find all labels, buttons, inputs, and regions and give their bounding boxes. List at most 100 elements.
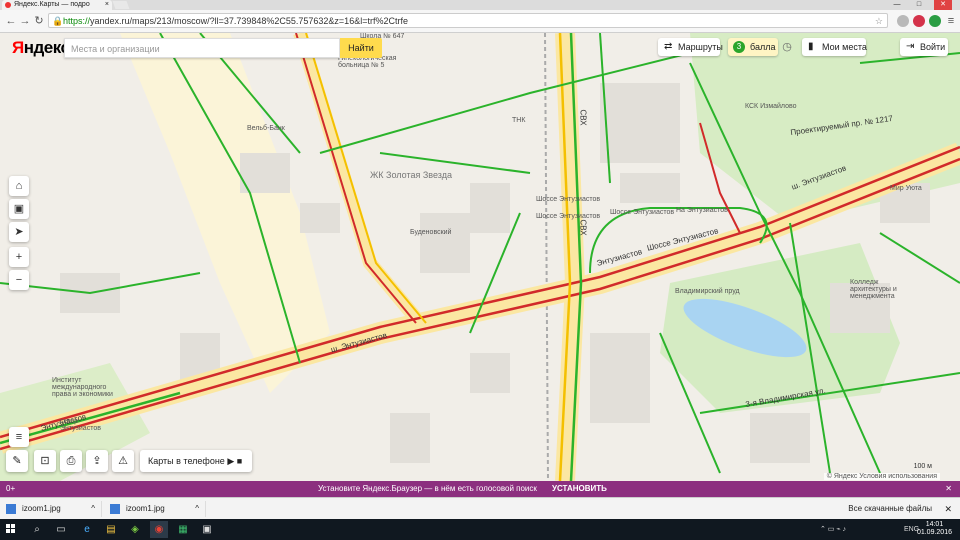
zoom-out-button[interactable]: − — [9, 270, 29, 290]
zoom-in-button[interactable]: + — [9, 247, 29, 267]
back-icon[interactable]: ← — [4, 14, 18, 28]
app-store-icons: ▶ ■ — [224, 456, 243, 466]
logo-ya: Я — [12, 38, 24, 57]
bookmark-star-icon[interactable]: ☆ — [875, 14, 883, 29]
extension-green-icon[interactable] — [929, 15, 941, 27]
age-rating: 0+ — [6, 484, 16, 493]
download-item[interactable]: izoom1.jpg ^ — [2, 501, 102, 517]
windows-taskbar: ⌕ ▭ e ▤ ◈ ◉ ▦ ▣ ⌃ ▭ ⌁ ♪ ENG 14:01 01.09.2… — [0, 519, 960, 540]
chevron-up-icon[interactable]: ^ — [91, 501, 95, 517]
login-button[interactable]: ⇥ Войти — [900, 38, 948, 56]
download-item[interactable]: izoom1.jpg ^ — [106, 501, 206, 517]
label-institute[interactable]: Институт международного права и экономик… — [52, 377, 114, 398]
close-window-button[interactable]: ✕ — [934, 0, 952, 10]
login-label: Войти — [920, 42, 946, 52]
chrome-icon[interactable]: ◉ — [150, 521, 168, 538]
install-button[interactable]: УСТАНОВИТЬ — [552, 481, 607, 497]
extension-icon[interactable] — [897, 15, 909, 27]
lock-icon: 🔒 — [52, 16, 64, 26]
download-name: izoom1.jpg — [126, 504, 165, 513]
address-toolbar: ← → ↻ 🔒 https://yandex.ru/maps/213/mosco… — [0, 10, 960, 33]
chevron-up-icon[interactable]: ^ — [195, 501, 199, 517]
downloads-close-icon[interactable]: ✕ — [944, 501, 952, 517]
label-budenovsky[interactable]: Буденовский — [410, 229, 451, 236]
my-places-button[interactable]: ▮ Мои места — [802, 38, 867, 56]
route-icon: ⇄ — [664, 41, 673, 52]
browser-tabbar: Яндекс.Карты — подро × — □ ✕ — [0, 0, 960, 10]
label-tnk[interactable]: ТНК — [512, 117, 525, 124]
excel-icon[interactable]: ▦ — [174, 521, 192, 538]
search-input[interactable]: Места и организации — [64, 38, 340, 58]
minimize-button[interactable]: — — [888, 0, 906, 10]
label-ksk[interactable]: КСК Измайлово — [745, 103, 797, 110]
label-shosse-3[interactable]: Шоссе Энтузиастов — [610, 209, 674, 216]
pinterest-icon[interactable] — [913, 15, 925, 27]
download-name: izoom1.jpg — [22, 504, 61, 513]
railway — [544, 33, 549, 481]
traffic-score-badge: 3 — [733, 41, 745, 53]
browser-promo-bar: 0+ Установите Яндекс.Браузер — в нём ест… — [0, 481, 960, 497]
maps-in-phone-button[interactable]: Карты в телефоне ▶ ■ — [140, 450, 252, 472]
label-sv: СВХ — [578, 109, 588, 126]
layers-icon[interactable]: ≡ — [9, 427, 29, 447]
search-button[interactable]: Найти — [340, 38, 382, 58]
browser-tab[interactable]: Яндекс.Карты — подро × — [2, 0, 112, 10]
taskbar-clock[interactable]: 14:01 01.09.2016 — [917, 521, 952, 537]
date-label: 01.09.2016 — [916, 529, 952, 536]
scale-bar: 100 м — [913, 463, 932, 470]
traffic-toggle[interactable]: 3 балла — [728, 38, 778, 56]
promo-close-icon[interactable]: ✕ — [945, 481, 952, 497]
label-mir-uyuta[interactable]: Мир Уюта — [890, 185, 922, 192]
task-view-icon[interactable]: ▭ — [52, 521, 70, 538]
edge-icon[interactable]: e — [78, 521, 96, 538]
image-file-icon — [6, 504, 16, 514]
downloads-bar: izoom1.jpg ^ izoom1.jpg ^ Все скачанные фа… — [0, 497, 960, 520]
label-sv-2: СВХ — [578, 219, 588, 236]
route-car-icon[interactable]: ⊡ — [34, 450, 56, 472]
photos-icon[interactable]: ▣ — [198, 521, 216, 538]
store-icon[interactable]: ◈ — [126, 521, 144, 538]
yandex-logo[interactable]: Яндекс — [12, 38, 70, 58]
label-skver[interactable]: сквер Энтузиастов — [60, 418, 101, 432]
label-na-entuz[interactable]: На Энтузиастов — [676, 207, 728, 214]
routes-button[interactable]: ⇄ Маршруты — [658, 38, 723, 56]
all-downloads-link[interactable]: Все скачанные файлы — [848, 501, 932, 517]
label-zk[interactable]: ЖК Золотая Звезда — [370, 170, 452, 180]
print-icon[interactable]: ⎙ — [60, 450, 82, 472]
label-pond[interactable]: Владимирский пруд — [675, 288, 740, 295]
menu-icon[interactable]: ≡ — [944, 14, 958, 28]
alert-icon[interactable]: ⚠ — [112, 450, 134, 472]
yandex-maps-favicon-icon — [5, 2, 11, 8]
copyright[interactable]: © Яндекс Условия использования — [823, 473, 940, 480]
shopping-bag-icon[interactable]: ▣ — [9, 199, 29, 219]
map-canvas[interactable]: ЖК Золотая Звезда Гинекологическая больн… — [0, 33, 960, 481]
label-shosse-2[interactable]: Шоссе Энтузиастов — [536, 213, 600, 220]
tab-close-icon[interactable]: × — [105, 0, 109, 10]
tray-icons[interactable]: ⌃ ▭ ⌁ ♪ — [820, 519, 846, 540]
url-path: yandex.ru/maps/213/moscow/?ll=37.739848%… — [90, 16, 408, 26]
home-button[interactable]: ⌂ — [9, 176, 29, 196]
logo-rest: ндекс — [23, 38, 70, 57]
new-tab-button[interactable] — [112, 1, 130, 9]
routes-label: Маршруты — [678, 42, 723, 52]
yellow-zone — [120, 33, 330, 393]
traffic-forecast-clock-icon[interactable]: ◷ — [780, 39, 794, 55]
share-icon[interactable]: ⇪ — [86, 450, 108, 472]
locate-icon[interactable]: ➤ — [9, 222, 29, 242]
promo-text: Установите Яндекс.Браузер — в нём есть г… — [318, 484, 537, 493]
explorer-icon[interactable]: ▤ — [102, 521, 120, 538]
maximize-button[interactable]: □ — [910, 0, 928, 10]
login-icon: ⇥ — [906, 41, 915, 52]
windows-start-icon[interactable] — [6, 524, 16, 534]
search-icon[interactable]: ⌕ — [28, 521, 46, 538]
map-graphics — [0, 33, 960, 481]
label-vel-bank[interactable]: Вельб-Банк — [247, 125, 285, 132]
url-scheme: https:// — [63, 16, 91, 26]
forward-icon[interactable]: → — [18, 14, 32, 28]
label-shosse-1[interactable]: Шоссе Энтузиастов — [536, 196, 600, 203]
url-field[interactable]: 🔒 https://yandex.ru/maps/213/moscow/?ll=… — [48, 13, 888, 28]
reload-icon[interactable]: ↻ — [32, 14, 46, 28]
traffic-label: балла — [750, 42, 776, 52]
label-college[interactable]: Колледж архитектуры и менеджмента — [850, 279, 920, 300]
ruler-icon[interactable]: ✎ — [6, 450, 28, 472]
